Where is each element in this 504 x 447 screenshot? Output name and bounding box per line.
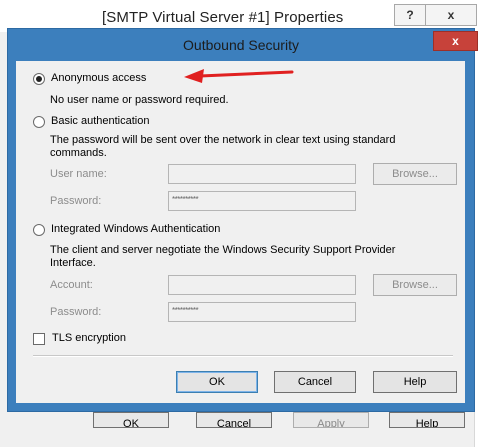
account-browse-button[interactable]: Browse...	[373, 274, 457, 296]
parent-close-button[interactable]: x	[425, 4, 477, 26]
help-button[interactable]: Help	[373, 371, 457, 393]
basic-authentication-radio[interactable]	[33, 116, 45, 128]
basic-password-label: Password:	[50, 195, 102, 207]
tls-encryption-label[interactable]: TLS encryption	[52, 332, 126, 344]
parent-cancel-button[interactable]: Cancel	[196, 412, 272, 428]
user-name-label: User name:	[50, 168, 107, 180]
parent-help-button[interactable]: ?	[394, 4, 426, 26]
integrated-windows-authentication-label[interactable]: Integrated Windows Authentication	[51, 223, 220, 235]
tls-encryption-checkbox[interactable]	[33, 333, 45, 345]
basic-authentication-description: The password will be sent over the netwo…	[50, 134, 396, 146]
user-name-field[interactable]	[168, 164, 356, 184]
ok-button[interactable]: OK	[176, 371, 258, 393]
dialog-title: Outbound Security	[183, 37, 299, 53]
basic-password-field[interactable]: **********	[168, 191, 356, 211]
user-name-browse-button[interactable]: Browse...	[373, 163, 457, 185]
parent-apply-button[interactable]: Apply	[293, 412, 369, 428]
integrated-password-label: Password:	[50, 306, 102, 318]
integrated-windows-authentication-description: The client and server negotiate the Wind…	[50, 244, 396, 256]
parent-help-bottom-button[interactable]: Help	[389, 412, 465, 428]
anonymous-access-description: No user name or password required.	[50, 94, 229, 106]
red-arrow-annotation	[184, 69, 294, 83]
anonymous-access-radio[interactable]	[33, 73, 45, 85]
account-field[interactable]	[168, 275, 356, 295]
integrated-windows-authentication-radio[interactable]	[33, 224, 45, 236]
dialog-client-area: Anonymous access No user name or passwor…	[16, 61, 465, 403]
basic-authentication-description-cont: commands.	[50, 147, 107, 159]
radio-selected-dot	[36, 76, 42, 82]
integrated-password-field[interactable]: **********	[168, 302, 356, 322]
dialog-close-button[interactable]: x	[433, 31, 478, 51]
account-label: Account:	[50, 279, 93, 291]
anonymous-access-label[interactable]: Anonymous access	[51, 72, 146, 84]
parent-window-title: [SMTP Virtual Server #1] Properties	[102, 9, 344, 26]
parent-ok-button[interactable]: OK	[93, 412, 169, 428]
integrated-windows-authentication-description-cont: Interface.	[50, 257, 96, 269]
dialog-separator	[33, 355, 453, 357]
parent-window-border	[474, 30, 504, 447]
basic-authentication-label[interactable]: Basic authentication	[51, 115, 149, 127]
cancel-button[interactable]: Cancel	[274, 371, 356, 393]
